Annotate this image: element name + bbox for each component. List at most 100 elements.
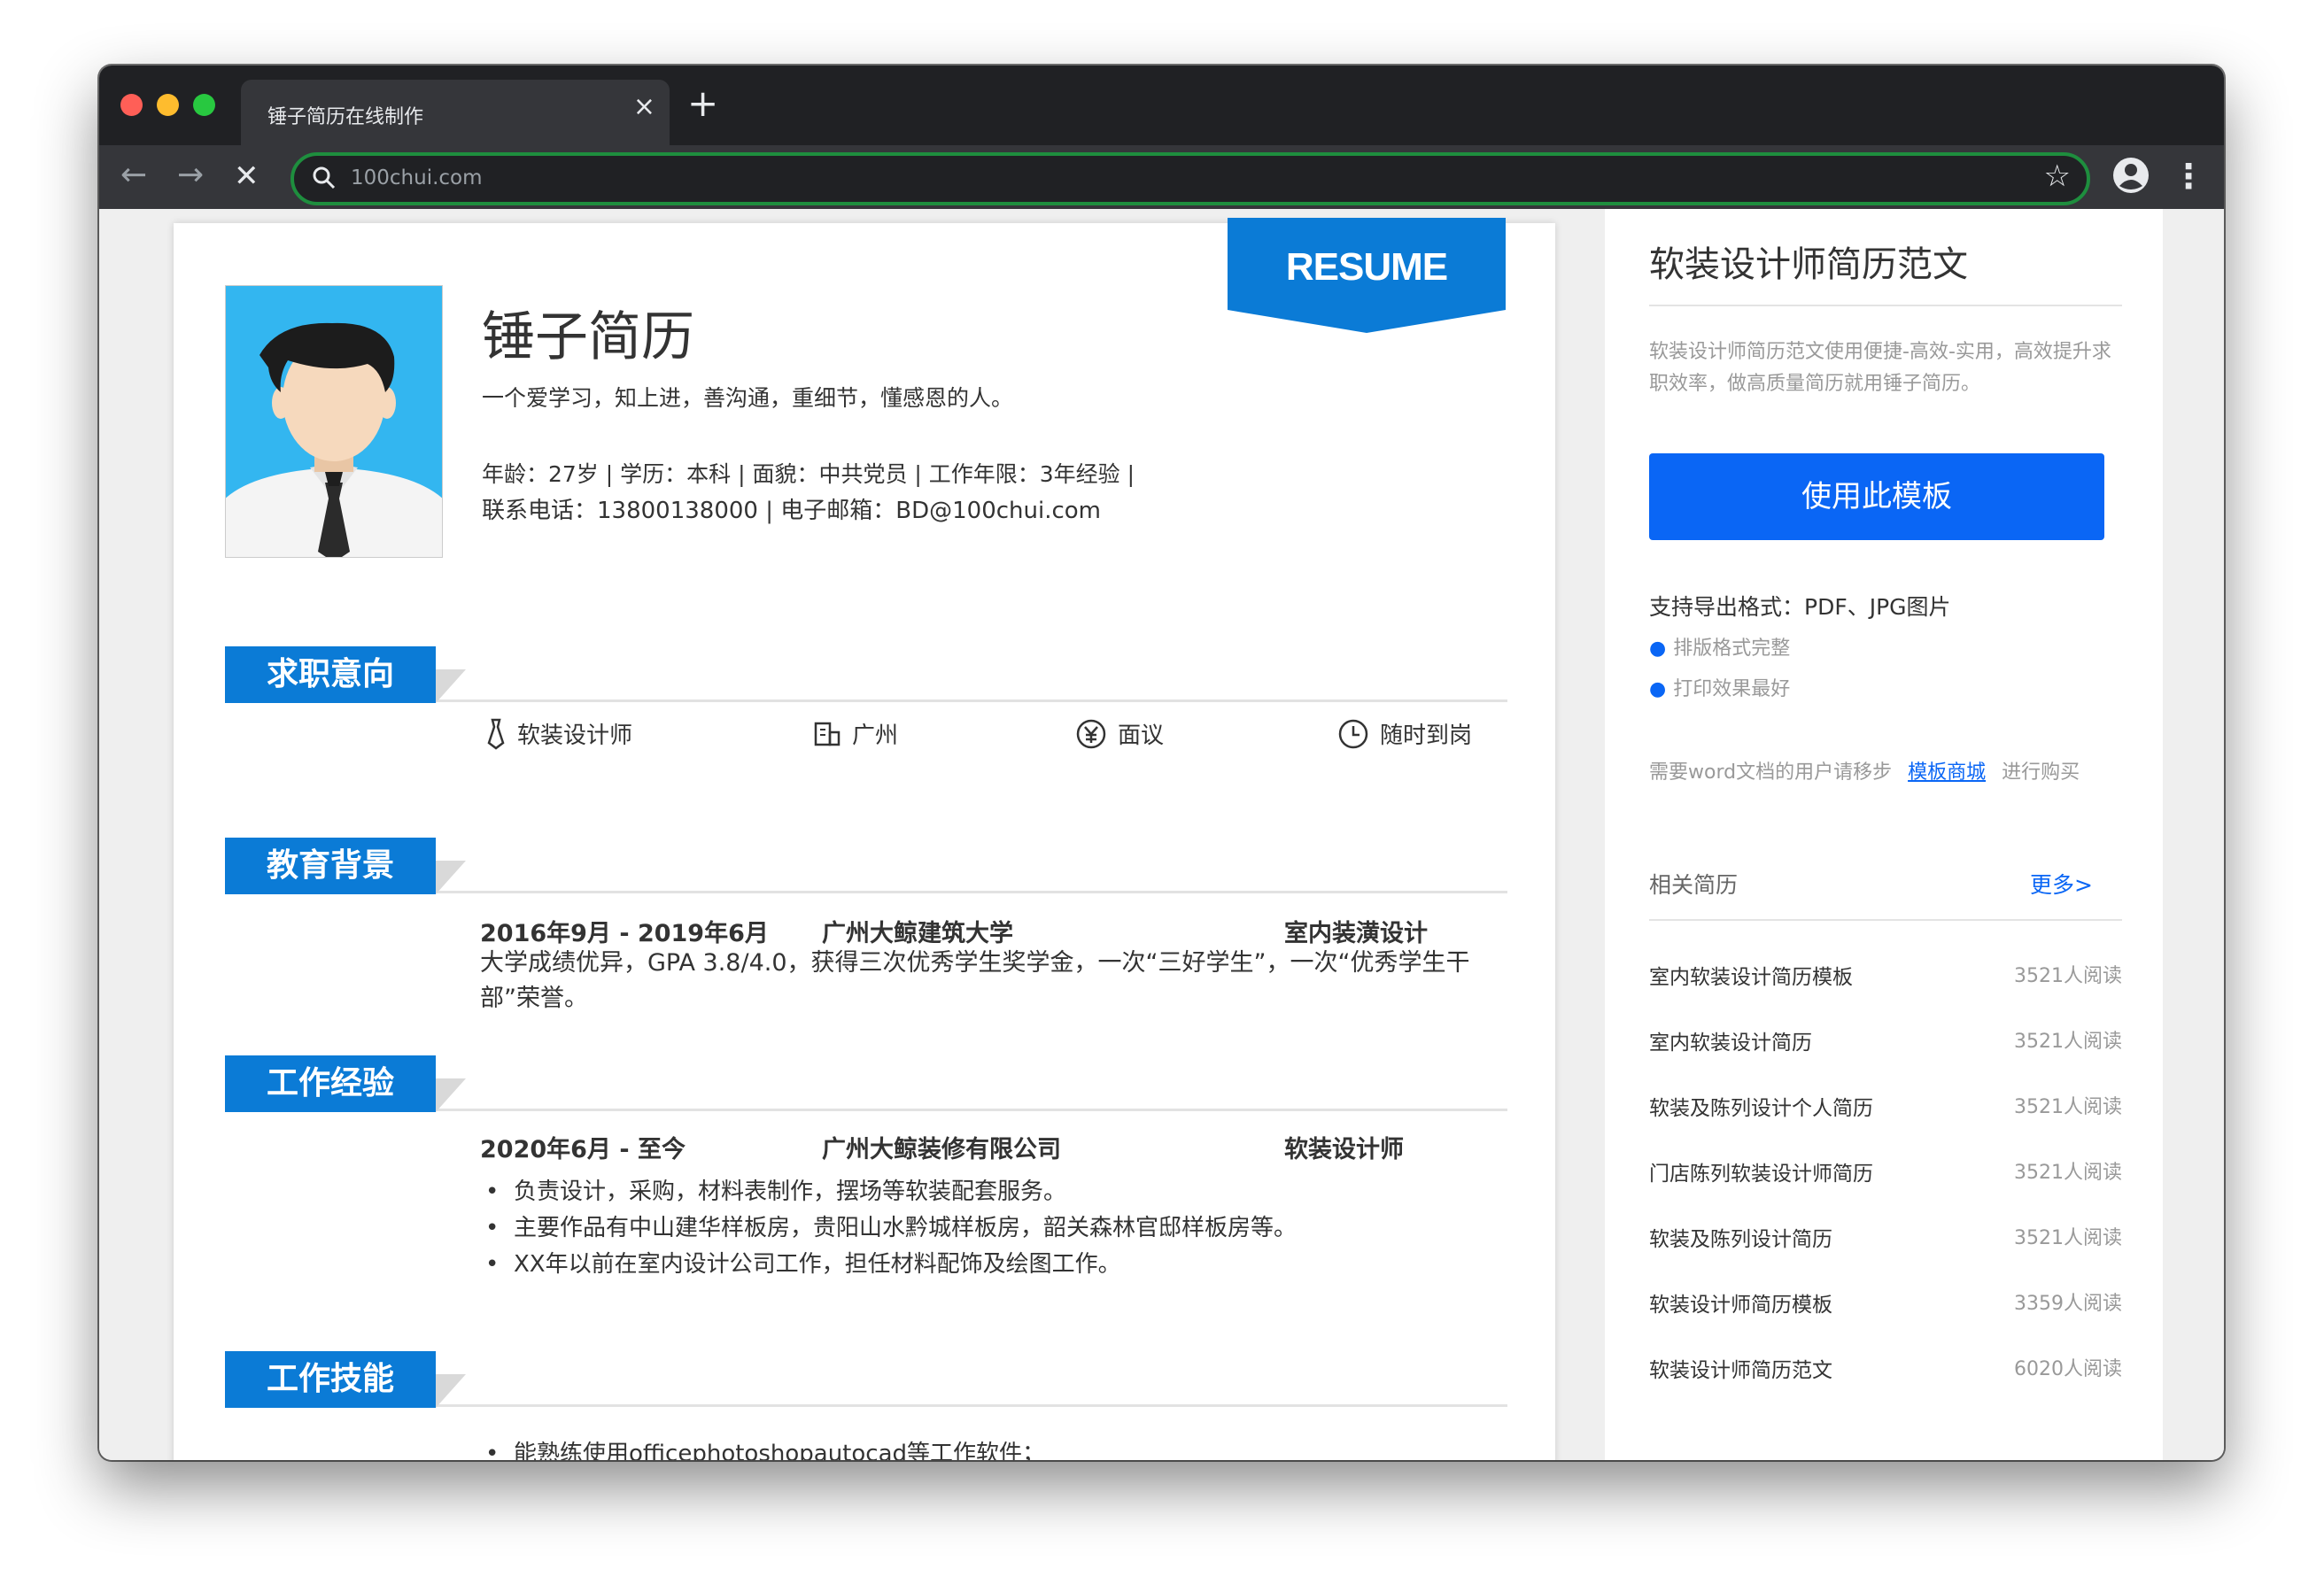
feature-item: ● 打印效果最好 (1649, 673, 1790, 701)
stop-loading-button[interactable]: ✕ (234, 161, 260, 191)
list-item: 负责设计，采购，材料表制作，摆场等软装配套服务。 (480, 1174, 1297, 1210)
intent-availability-label: 随时到岗 (1380, 723, 1473, 749)
intent-position-label: 软装设计师 (517, 723, 633, 749)
related-resume-reads: 3521人阅读 (2014, 1227, 2122, 1249)
tie-icon (487, 718, 505, 750)
section-tab-fold (436, 669, 466, 703)
skills-bullets: 能熟练使用officephotoshopautocad等工作软件； (480, 1436, 1045, 1460)
export-formats: 支持导出格式：PDF、JPG图片 (1649, 594, 1951, 620)
feature-label: 排版格式完整 (1673, 638, 1791, 660)
section-education-header: 教育背景 (225, 838, 1507, 908)
section-tab-fold (436, 1078, 466, 1112)
resume-preview: RESUME 锤子简历 一个爱学习，知上进，善沟通，重细节，懂感恩的人。 年龄：… (174, 218, 1555, 1460)
work-role: 软装设计师 (1284, 1136, 1404, 1163)
word-note-suffix: 进行购买 (2002, 761, 2080, 784)
section-title: 求职意向 (225, 646, 436, 703)
feature-item: ● 排版格式完整 (1649, 632, 1790, 661)
feature-label: 打印效果最好 (1673, 678, 1791, 700)
related-resume-title[interactable]: 软装及陈列设计个人简历 (1649, 1091, 1873, 1121)
word-note-prefix: 需要word文档的用户请移步 (1649, 761, 1893, 784)
template-mall-link[interactable]: 模板商城 (1908, 761, 1986, 784)
contact-info-line: 联系电话：13800138000 | 电子邮箱：BD@100chui.com (482, 498, 1102, 524)
url-text[interactable]: 100chui.com (351, 166, 483, 189)
education-major: 室内装潢设计 (1284, 920, 1428, 947)
related-resume-title[interactable]: 室内软装设计简历 (1649, 1025, 1812, 1055)
list-item: XX年以前在室内设计公司工作，担任材料配饰及绘图工作。 (480, 1247, 1297, 1283)
resume-badge: RESUME (1228, 218, 1506, 333)
bullet-dot-icon: ● (1649, 678, 1667, 700)
template-sidebar: 软装设计师简历范文 软装设计师简历范文使用便捷-高效-实用，高效提升求职效率，做… (1605, 209, 2163, 1460)
forward-button[interactable]: → (177, 159, 204, 191)
address-bar[interactable]: 100chui.com ☆ (290, 152, 2090, 205)
list-item: 主要作品有中山建华样板房，贵阳山水黔城样板房，韶关森林官邸样板房等。 (480, 1210, 1297, 1247)
minimize-window-button[interactable] (157, 94, 179, 116)
browser-toolbar: ← → ✕ 100chui.com ☆ ⋮ (99, 145, 2224, 209)
section-intent-header: 求职意向 (225, 646, 1507, 717)
related-resume-item[interactable]: 门店陈列软装设计师简历 3521人阅读 (1649, 1156, 2122, 1192)
new-tab-button[interactable]: + (687, 85, 718, 122)
bullet-dot-icon: ● (1649, 638, 1667, 660)
template-title: 软装设计师简历范文 (1649, 244, 1968, 285)
work-company: 广州大鲸装修有限公司 (822, 1136, 1061, 1163)
related-resume-item[interactable]: 软装及陈列设计个人简历 3521人阅读 (1649, 1091, 2122, 1126)
related-resume-reads: 3521人阅读 (2014, 1096, 2122, 1118)
browser-window: 锤子简历在线制作 × + ← → ✕ 100chui.com ☆ ⋮ RESUM… (99, 66, 2224, 1460)
related-resume-reads: 3359人阅读 (2014, 1293, 2122, 1315)
resume-motto: 一个爱学习，知上进，善沟通，重细节，懂感恩的人。 (482, 385, 1014, 411)
related-resume-item[interactable]: 软装设计师简历范文 6020人阅读 (1649, 1353, 2122, 1388)
page-content: RESUME 锤子简历 一个爱学习，知上进，善沟通，重细节，懂感恩的人。 年龄：… (99, 209, 2224, 1460)
section-skills-header: 工作技能 (225, 1351, 1507, 1422)
related-resumes-title: 相关简历 (1649, 872, 1739, 898)
work-bullets: 负责设计，采购，材料表制作，摆场等软装配套服务。 主要作品有中山建华样板房，贵阳… (480, 1174, 1297, 1283)
section-tab-fold (436, 1374, 466, 1408)
section-title: 教育背景 (225, 838, 436, 894)
intent-availability: 随时到岗 (1337, 717, 1472, 750)
section-title: 工作技能 (225, 1351, 436, 1408)
related-resume-item[interactable]: 室内软装设计简历 3521人阅读 (1649, 1025, 2122, 1061)
more-link[interactable]: 更多> (2030, 868, 2093, 900)
related-resume-title[interactable]: 软装设计师简历模板 (1649, 1287, 1832, 1318)
related-resume-title[interactable]: 软装设计师简历范文 (1649, 1353, 1832, 1383)
close-tab-icon[interactable]: × (633, 94, 655, 120)
related-resume-item[interactable]: 室内软装设计简历模板 3521人阅读 (1649, 960, 2122, 995)
building-icon (814, 722, 841, 746)
use-template-button[interactable]: 使用此模板 (1649, 453, 2104, 540)
zoom-window-button[interactable] (193, 94, 215, 116)
section-title: 工作经验 (225, 1055, 436, 1112)
education-description: 大学成绩优异，GPA 3.8/4.0，获得三次优秀学生奖学金，一次“三好学生”，… (480, 949, 1470, 1012)
related-resume-reads: 3521人阅读 (2014, 1031, 2122, 1053)
related-resume-reads: 3521人阅读 (2014, 1162, 2122, 1184)
basic-info-line: 年龄：27岁 | 学历：本科 | 面貌：中共党员 | 工作年限：3年经验 | (482, 461, 1135, 487)
related-resume-item[interactable]: 软装及陈列设计简历 3521人阅读 (1649, 1222, 2122, 1257)
related-resume-item[interactable]: 软装设计师简历模板 3359人阅读 (1649, 1287, 2122, 1323)
search-icon (313, 166, 336, 189)
intent-city: 广州 (813, 717, 898, 750)
related-resume-title[interactable]: 室内软装设计简历模板 (1649, 960, 1853, 990)
template-description: 软装设计师简历范文使用便捷-高效-实用，高效提升求职效率，做高质量简历就用锤子简… (1649, 341, 2111, 395)
related-resume-title[interactable]: 软装及陈列设计简历 (1649, 1222, 1832, 1252)
education-school: 广州大鲸建筑大学 (822, 920, 1013, 947)
back-button[interactable]: ← (120, 159, 147, 191)
more-menu-icon[interactable]: ⋮ (2172, 159, 2205, 193)
related-resume-reads: 6020人阅读 (2014, 1358, 2122, 1380)
profile-photo (225, 285, 443, 558)
browser-tab[interactable]: 锤子简历在线制作 × (241, 80, 670, 145)
intent-salary-label: 面议 (1118, 723, 1165, 749)
resume-name: 锤子简历 (482, 306, 694, 368)
section-tab-fold (436, 861, 466, 894)
intent-salary: 面议 (1075, 717, 1164, 750)
clock-icon (1338, 719, 1368, 748)
related-resume-title[interactable]: 门店陈列软装设计师简历 (1649, 1156, 1873, 1186)
close-window-button[interactable] (120, 94, 143, 116)
word-note: 需要word文档的用户请移步 模板商城 进行购买 (1649, 756, 2080, 784)
intent-city-label: 广州 (852, 723, 899, 749)
education-date: 2016年9月 - 2019年6月 (480, 920, 769, 947)
tab-title: 锤子简历在线制作 (267, 106, 424, 128)
list-item: 能熟练使用officephotoshopautocad等工作软件； (480, 1436, 1045, 1460)
related-resume-reads: 3521人阅读 (2014, 965, 2122, 987)
work-date: 2020年6月 - 至今 (480, 1136, 686, 1163)
profile-avatar-icon[interactable] (2111, 156, 2150, 195)
avatar-illustration (226, 322, 442, 557)
yen-icon (1076, 719, 1106, 748)
bookmark-star-icon[interactable]: ☆ (2044, 161, 2071, 191)
